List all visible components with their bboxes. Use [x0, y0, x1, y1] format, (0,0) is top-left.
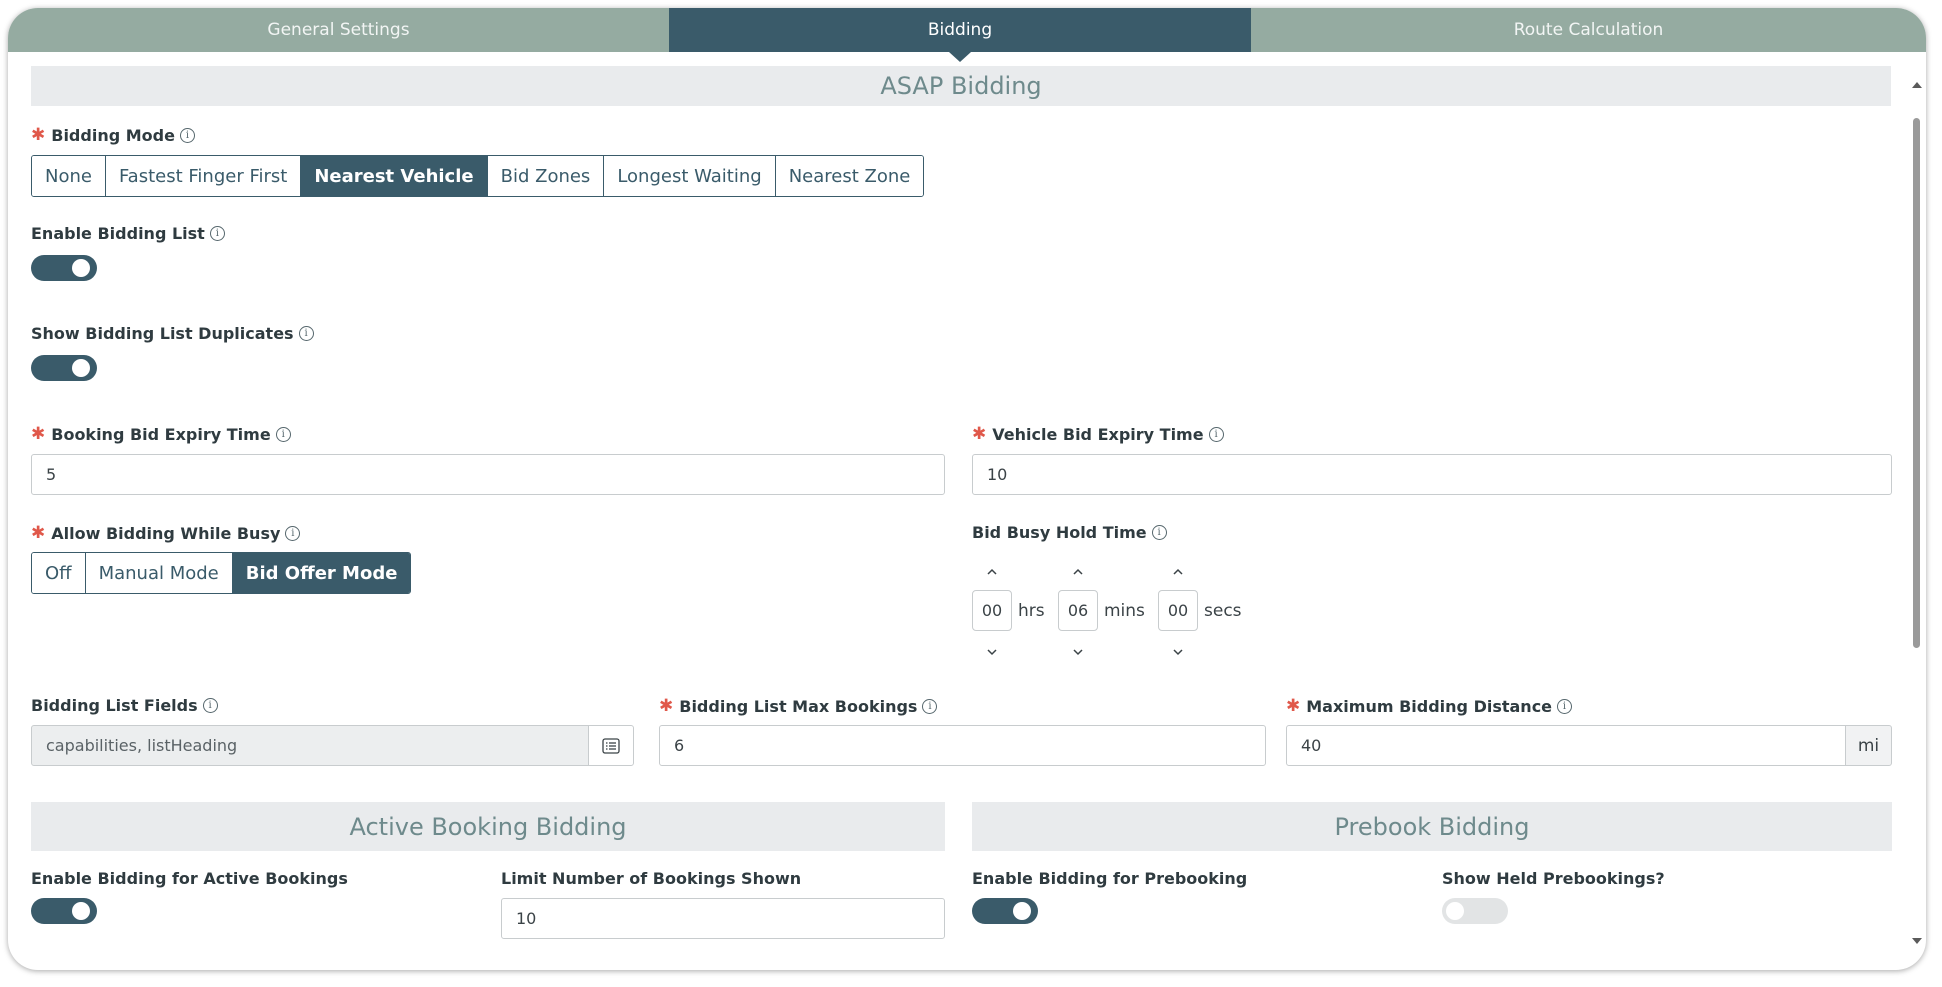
seconds-input[interactable]: 00 — [1158, 590, 1198, 631]
max-distance-input[interactable]: 40 — [1286, 725, 1846, 766]
info-icon[interactable]: i — [1208, 426, 1224, 442]
seconds-increment-chevron-up-icon[interactable] — [1172, 566, 1184, 578]
info-icon[interactable]: i — [285, 525, 301, 541]
vehicle-bid-expiry-input[interactable]: 10 — [972, 454, 1892, 495]
enable-bidding-list-toggle[interactable] — [31, 255, 97, 281]
busy-option-off[interactable]: Off — [32, 553, 86, 593]
tab-bar: General Settings Bidding Route Calculati… — [8, 8, 1926, 62]
enable-prebooking-toggle[interactable] — [972, 898, 1038, 924]
scroll-up-arrow-icon[interactable] — [1912, 82, 1922, 88]
minutes-increment-chevron-up-icon[interactable] — [1072, 566, 1084, 578]
limit-bookings-label: Limit Number of Bookings Shown — [501, 869, 802, 888]
seconds-decrement-chevron-down-icon[interactable] — [1172, 646, 1184, 658]
required-asterisk: ✱ — [1286, 696, 1301, 716]
list-icon — [602, 737, 620, 754]
info-icon[interactable]: i — [202, 698, 218, 713]
toggle-knob — [72, 902, 90, 920]
required-asterisk: ✱ — [659, 696, 674, 716]
max-distance-label: ✱ Maximum Bidding Distance i — [1286, 696, 1573, 716]
info-icon[interactable]: i — [922, 698, 938, 714]
show-duplicates-toggle[interactable] — [31, 355, 97, 381]
limit-bookings-input[interactable]: 10 — [501, 898, 945, 939]
active-booking-bidding-header: Active Booking Bidding — [31, 802, 945, 851]
list-picker-button[interactable] — [588, 725, 634, 766]
info-icon[interactable]: i — [209, 226, 225, 241]
scroll-down-arrow-icon[interactable] — [1912, 938, 1922, 944]
info-icon[interactable]: i — [275, 426, 291, 442]
hours-decrement-chevron-down-icon[interactable] — [986, 646, 998, 658]
bidding-mode-option-longest-waiting[interactable]: Longest Waiting — [604, 156, 776, 196]
info-icon[interactable]: i — [298, 326, 314, 341]
distance-unit-addon: mi — [1845, 725, 1892, 766]
show-held-prebookings-label: Show Held Prebookings? — [1442, 869, 1665, 888]
hours-input[interactable]: 00 — [972, 590, 1012, 631]
seconds-unit: secs — [1204, 601, 1242, 621]
booking-bid-expiry-label: ✱ Booking Bid Expiry Time i — [31, 424, 291, 444]
max-bookings-label: ✱ Bidding List Max Bookings i — [659, 696, 938, 716]
enable-active-bookings-toggle[interactable] — [31, 898, 97, 924]
minutes-input[interactable]: 06 — [1058, 590, 1098, 631]
busy-option-bid-offer-mode[interactable]: Bid Offer Mode — [232, 553, 411, 593]
info-icon[interactable]: i — [1557, 698, 1573, 714]
tab-route-calculation[interactable]: Route Calculation — [1251, 8, 1926, 52]
show-duplicates-label: Show Bidding List Duplicates i — [31, 324, 314, 343]
bidding-mode-option-nearest-zone[interactable]: Nearest Zone — [775, 156, 924, 196]
required-asterisk: ✱ — [972, 424, 987, 444]
bidding-mode-option-none[interactable]: None — [32, 156, 106, 196]
bidding-mode-option-bid-zones[interactable]: Bid Zones — [487, 156, 605, 196]
enable-active-bookings-label: Enable Bidding for Active Bookings — [31, 869, 348, 888]
max-bookings-input[interactable]: 6 — [659, 725, 1266, 766]
bidding-list-fields-input: capabilities, listHeading — [31, 725, 589, 766]
show-held-prebookings-toggle[interactable] — [1442, 898, 1508, 924]
booking-bid-expiry-input[interactable]: 5 — [31, 454, 945, 495]
enable-prebooking-label: Enable Bidding for Prebooking — [972, 869, 1248, 888]
vertical-scrollbar[interactable] — [1908, 74, 1926, 952]
hours-increment-chevron-up-icon[interactable] — [986, 566, 998, 578]
asap-bidding-header: ASAP Bidding — [31, 66, 1891, 106]
minutes-unit: mins — [1104, 601, 1145, 621]
tab-bidding[interactable]: Bidding — [669, 8, 1251, 62]
bid-busy-hold-time-label: Bid Busy Hold Time i — [972, 523, 1167, 542]
required-asterisk: ✱ — [31, 424, 46, 444]
minutes-decrement-chevron-down-icon[interactable] — [1072, 646, 1084, 658]
busy-option-manual-mode[interactable]: Manual Mode — [85, 553, 233, 593]
bidding-mode-segmented: None Fastest Finger First Nearest Vehicl… — [31, 155, 925, 197]
scrollbar-thumb[interactable] — [1913, 118, 1920, 648]
prebook-bidding-header: Prebook Bidding — [972, 802, 1892, 851]
tab-general-settings[interactable]: General Settings — [8, 8, 669, 52]
enable-bidding-list-label: Enable Bidding List i — [31, 224, 225, 243]
info-icon[interactable]: i — [1151, 525, 1167, 540]
bidding-mode-option-nearest-vehicle[interactable]: Nearest Vehicle — [301, 156, 488, 196]
bidding-list-fields-label: Bidding List Fields i — [31, 696, 218, 715]
toggle-knob — [72, 359, 90, 377]
required-asterisk: ✱ — [31, 523, 46, 543]
bidding-mode-option-fastest-finger-first[interactable]: Fastest Finger First — [105, 156, 302, 196]
allow-bidding-while-busy-segmented: Off Manual Mode Bid Offer Mode — [31, 552, 412, 594]
info-icon[interactable]: i — [179, 127, 195, 143]
vehicle-bid-expiry-label: ✱ Vehicle Bid Expiry Time i — [972, 424, 1224, 444]
required-asterisk: ✱ — [31, 125, 46, 145]
toggle-knob — [72, 259, 90, 277]
toggle-knob — [1446, 902, 1464, 920]
bidding-mode-label: ✱ Bidding Mode i — [31, 125, 195, 145]
hours-unit: hrs — [1018, 601, 1045, 621]
toggle-knob — [1013, 902, 1031, 920]
allow-bidding-while-busy-label: ✱ Allow Bidding While Busy i — [31, 523, 301, 543]
settings-card: General Settings Bidding Route Calculati… — [8, 8, 1926, 970]
